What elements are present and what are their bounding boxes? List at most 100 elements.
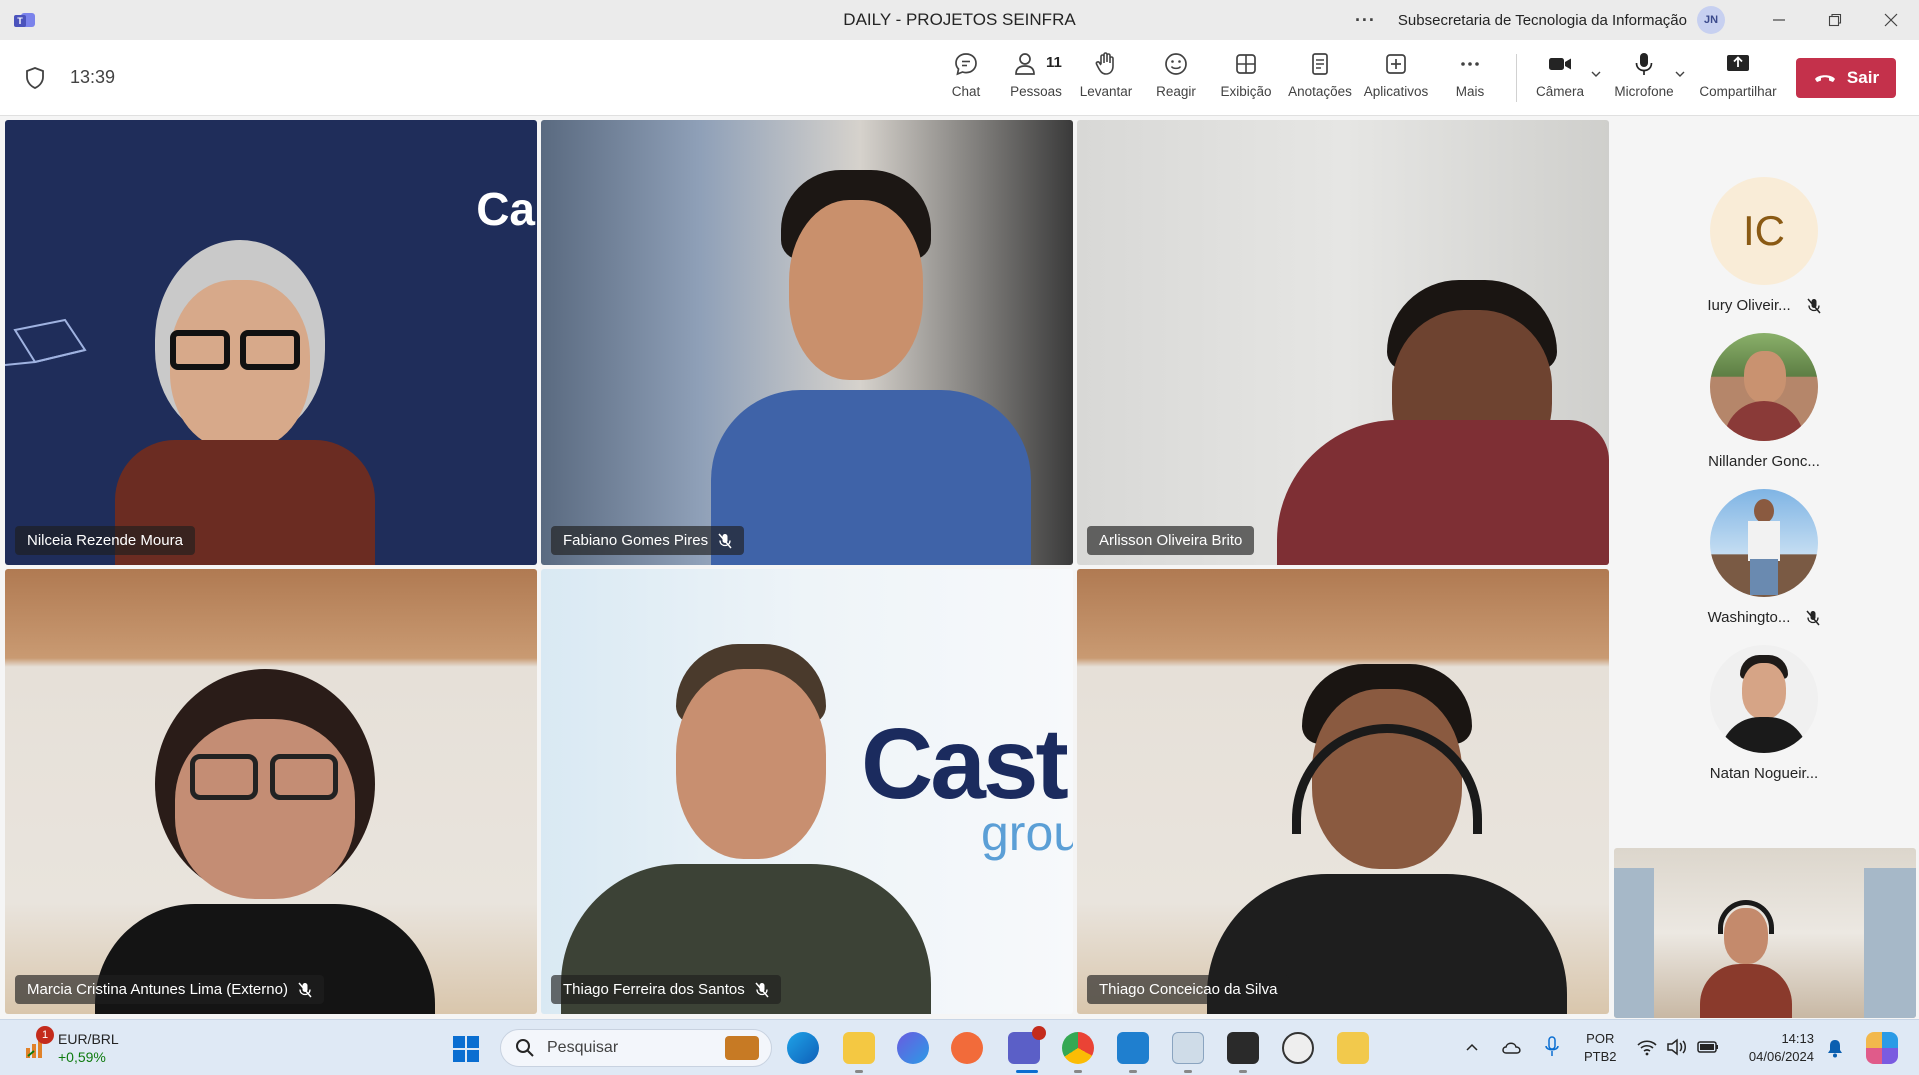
toolbar-divider [1516, 54, 1517, 102]
more-icon [1461, 62, 1479, 66]
apps-button[interactable]: Aplicativos [1356, 50, 1436, 99]
user-avatar[interactable]: JN [1697, 6, 1725, 34]
stock-widget[interactable]: 1 EUR/BRL +0,59% [22, 1026, 119, 1066]
close-button[interactable] [1863, 0, 1919, 40]
windows-start-icon[interactable] [452, 1035, 480, 1063]
notification-bell-icon[interactable] [1826, 1038, 1844, 1058]
leave-button[interactable]: Sair [1796, 58, 1896, 98]
restore-button[interactable] [1807, 0, 1863, 40]
participant-name: Arlisson Oliveira Brito [1099, 532, 1243, 549]
svg-text:T: T [17, 16, 23, 26]
copilot-pre-icon[interactable] [1866, 1032, 1898, 1064]
chat-button[interactable]: Chat [926, 50, 1006, 99]
share-screen-icon [1727, 55, 1749, 71]
view-button[interactable]: Exibição [1206, 50, 1286, 99]
onedrive-cloud-icon[interactable] [1500, 1038, 1524, 1056]
restore-icon [1828, 13, 1842, 27]
close-icon [1884, 13, 1898, 27]
video-tile[interactable]: Fabiano Gomes Pires [541, 120, 1073, 565]
keyboard-layout: PTB2 [1584, 1049, 1617, 1064]
edge-icon[interactable] [787, 1032, 819, 1064]
microphone-icon [1635, 53, 1653, 75]
remote-desktop-icon[interactable] [1172, 1032, 1204, 1064]
keyboard-language[interactable]: POR PTB2 [1584, 1030, 1617, 1066]
more-label: Mais [1455, 84, 1485, 99]
title-bar: T DAILY - PROJETOS SEINFRA ··· Subsecret… [0, 0, 1919, 40]
more-options-icon[interactable]: ··· [1355, 10, 1376, 31]
search-icon [516, 1039, 534, 1057]
participant-photo-avatar [1710, 333, 1818, 441]
notes-icon [1312, 53, 1328, 75]
sidebar-participant[interactable]: Nillander Gonc... [1694, 333, 1834, 470]
ticker-name: EUR/BRL [58, 1031, 119, 1047]
self-view-video[interactable] [1614, 848, 1916, 1018]
video-tile[interactable]: Marcia Cristina Antunes Lima (Externo) [5, 569, 537, 1014]
more-button[interactable]: Mais [1430, 50, 1510, 99]
participant-video [95, 669, 435, 1014]
people-button[interactable]: 11 Pessoas [996, 50, 1076, 99]
search-placeholder: Pesquisar [547, 1039, 619, 1056]
chat-label: Chat [951, 84, 981, 99]
vpn-lock-icon[interactable] [1337, 1032, 1369, 1064]
compass-app-icon[interactable] [951, 1032, 983, 1064]
video-tile[interactable]: Arlisson Oliveira Brito [1077, 120, 1609, 565]
taskbar-search[interactable]: Pesquisar [500, 1029, 772, 1067]
participant-photo-avatar [1710, 645, 1818, 753]
participant-name-tag: Marcia Cristina Antunes Lima (Externo) [15, 975, 324, 1004]
file-explorer-icon[interactable] [843, 1032, 875, 1064]
copilot-icon[interactable] [897, 1032, 929, 1064]
share-button[interactable]: Compartilhar [1698, 50, 1778, 99]
volume-icon[interactable] [1666, 1038, 1688, 1056]
system-clock[interactable]: 14:13 04/06/2024 [1738, 1030, 1814, 1066]
teams-icon[interactable] [1008, 1026, 1046, 1064]
clock-date: 04/06/2024 [1748, 1049, 1814, 1064]
windows-taskbar: 1 EUR/BRL +0,59% Pesquisar POR PTB2 14:1… [0, 1019, 1919, 1075]
chrome-icon[interactable] [1062, 1032, 1094, 1064]
terminal-icon[interactable] [1227, 1032, 1259, 1064]
mic-muted-icon [298, 982, 312, 997]
participant-name-tag: Fabiano Gomes Pires [551, 526, 745, 555]
minimize-button[interactable] [1751, 0, 1807, 40]
language-code: POR [1586, 1031, 1615, 1046]
leave-label: Sair [1846, 68, 1880, 87]
participant-name-tag: Nilceia Rezende Moura [15, 526, 195, 555]
view-label: Exibição [1220, 84, 1272, 99]
camera-icon [1549, 58, 1571, 70]
active-indicator [1016, 1070, 1038, 1073]
participant-photo-avatar [1710, 489, 1818, 597]
sidebar-participant[interactable]: IC Iury Oliveir... [1694, 177, 1834, 314]
video-tile[interactable]: Cast grou Thiago Ferreira dos Santos [541, 569, 1073, 1014]
video-tile[interactable]: Ca Nilceia Rezende Moura [5, 120, 537, 565]
wifi-icon[interactable] [1636, 1038, 1658, 1056]
running-indicator [1074, 1070, 1082, 1073]
ticker-change: +0,59% [58, 1049, 106, 1065]
participant-video [1277, 280, 1609, 565]
organization-name[interactable]: Subsecretaria de Tecnologia da Informaçã… [1398, 12, 1687, 29]
chevron-up-icon[interactable] [1464, 1040, 1480, 1056]
participant-video [711, 170, 1031, 565]
notification-badge: 1 [36, 1026, 54, 1044]
vscode-icon[interactable] [1117, 1032, 1149, 1064]
raise-hand-label: Levantar [1079, 84, 1133, 99]
camera-button[interactable]: Câmera [1520, 50, 1600, 99]
microphone-button[interactable]: Microfone [1604, 50, 1684, 99]
background-logo-sub: grou [981, 805, 1073, 861]
react-button[interactable]: Reagir [1136, 50, 1216, 99]
teams-logo-icon: T [14, 13, 35, 27]
sidebar-participant[interactable]: Washingto... [1694, 489, 1834, 626]
camera-label: Câmera [1535, 84, 1584, 99]
microphone-options-chevron-icon[interactable] [1674, 68, 1686, 80]
camera-options-chevron-icon[interactable] [1590, 68, 1602, 80]
running-indicator [1239, 1070, 1247, 1073]
raise-hand-button[interactable]: Levantar [1066, 50, 1146, 99]
notes-button[interactable]: Anotações [1280, 50, 1360, 99]
mic-muted-icon [1807, 298, 1821, 313]
chat-icon [955, 53, 977, 76]
sidebar-participant-name: Washingto... [1707, 609, 1791, 626]
sidebar-participant[interactable]: Natan Nogueir... [1694, 645, 1834, 782]
battery-icon[interactable] [1696, 1038, 1720, 1056]
shield-icon[interactable] [24, 66, 46, 90]
mic-tray-icon[interactable] [1544, 1036, 1560, 1058]
soccer-app-icon[interactable] [1282, 1032, 1314, 1064]
video-tile[interactable]: Thiago Conceicao da Silva [1077, 569, 1609, 1014]
